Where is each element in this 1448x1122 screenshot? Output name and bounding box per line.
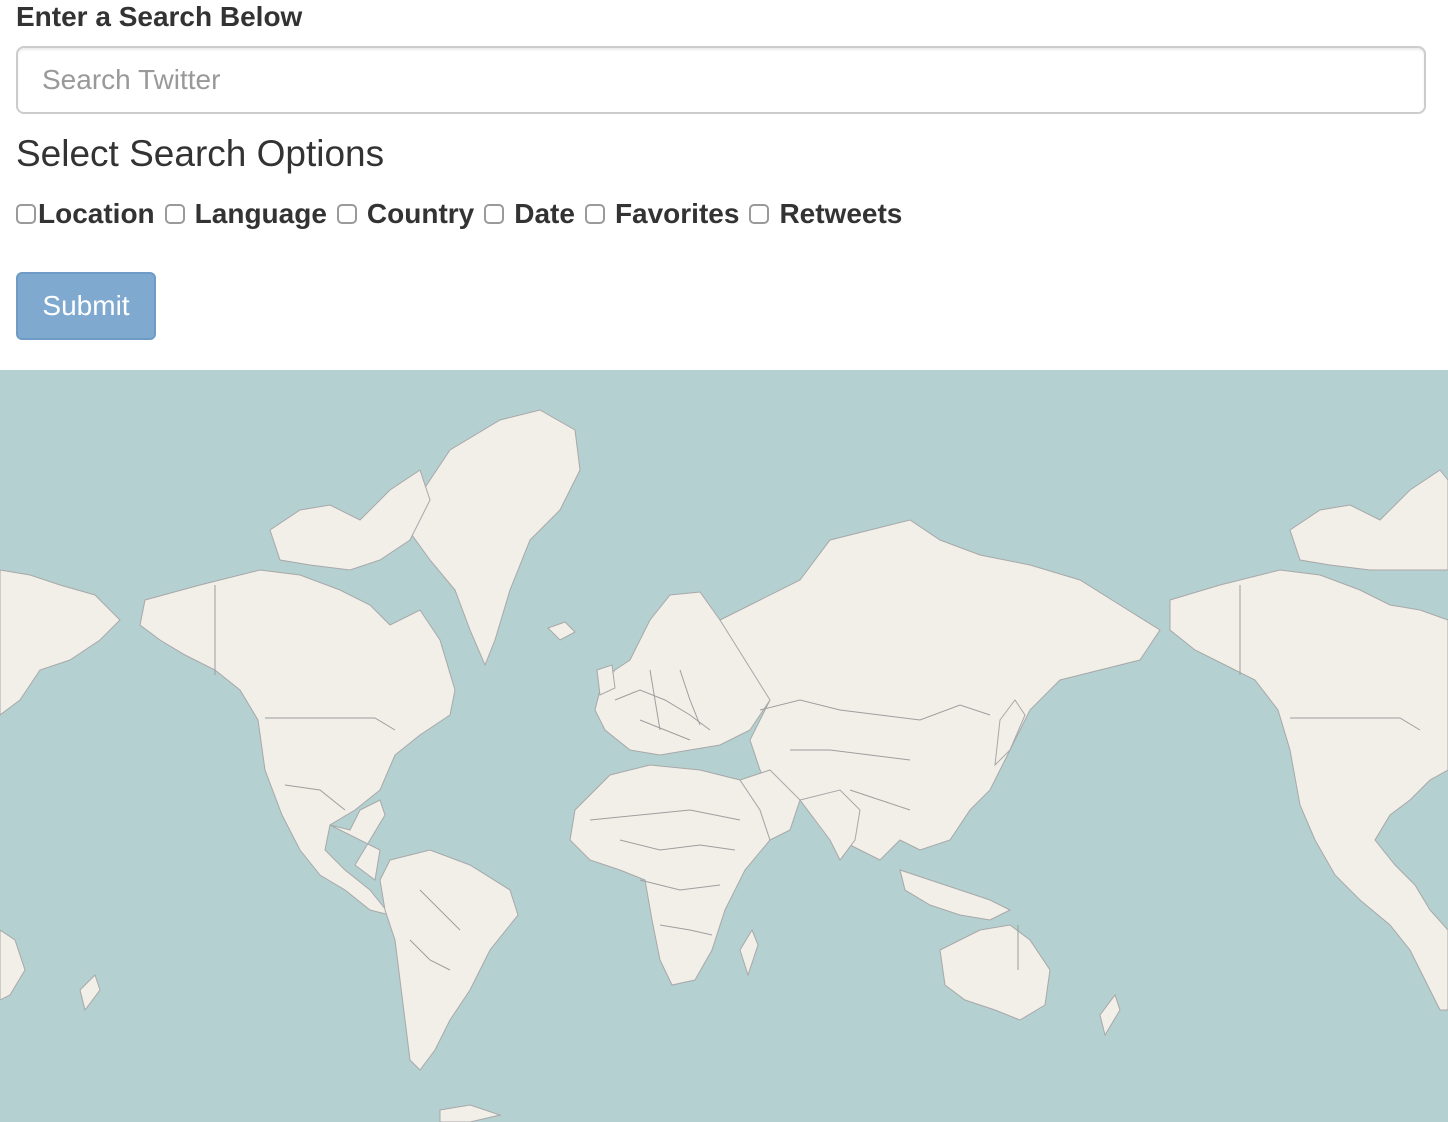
map-canvas[interactable] bbox=[0, 370, 1448, 1122]
favorites-checkbox[interactable] bbox=[584, 204, 605, 224]
search-input[interactable] bbox=[16, 46, 1426, 114]
search-form: Enter a Search Below Select Search Optio… bbox=[0, 0, 1448, 370]
date-checkbox[interactable] bbox=[484, 204, 505, 224]
retweets-checkbox[interactable] bbox=[749, 204, 770, 224]
options-heading: Select Search Options bbox=[16, 133, 385, 174]
language-checkbox[interactable] bbox=[164, 204, 185, 224]
option-location[interactable]: Location bbox=[16, 198, 155, 230]
search-label: Enter a Search Below bbox=[16, 1, 303, 32]
option-retweets[interactable]: Retweets bbox=[749, 198, 902, 230]
option-date[interactable]: Date bbox=[484, 198, 575, 230]
option-favorites[interactable]: Favorites bbox=[584, 198, 740, 230]
country-checkbox[interactable] bbox=[336, 204, 357, 224]
world-map[interactable] bbox=[0, 370, 1448, 1122]
option-label: Date bbox=[514, 198, 575, 229]
option-label: Country bbox=[366, 198, 475, 229]
option-label: Retweets bbox=[779, 198, 903, 229]
location-checkbox[interactable] bbox=[16, 204, 36, 224]
submit-button[interactable]: Submit bbox=[16, 272, 156, 340]
option-country[interactable]: Country bbox=[336, 198, 475, 230]
option-label: Location bbox=[38, 198, 155, 229]
search-options: Location Language Country Date Favorites… bbox=[16, 194, 912, 234]
option-language[interactable]: Language bbox=[164, 198, 327, 230]
option-label: Favorites bbox=[614, 198, 740, 229]
option-label: Language bbox=[194, 198, 327, 229]
ocean bbox=[0, 370, 1448, 1122]
